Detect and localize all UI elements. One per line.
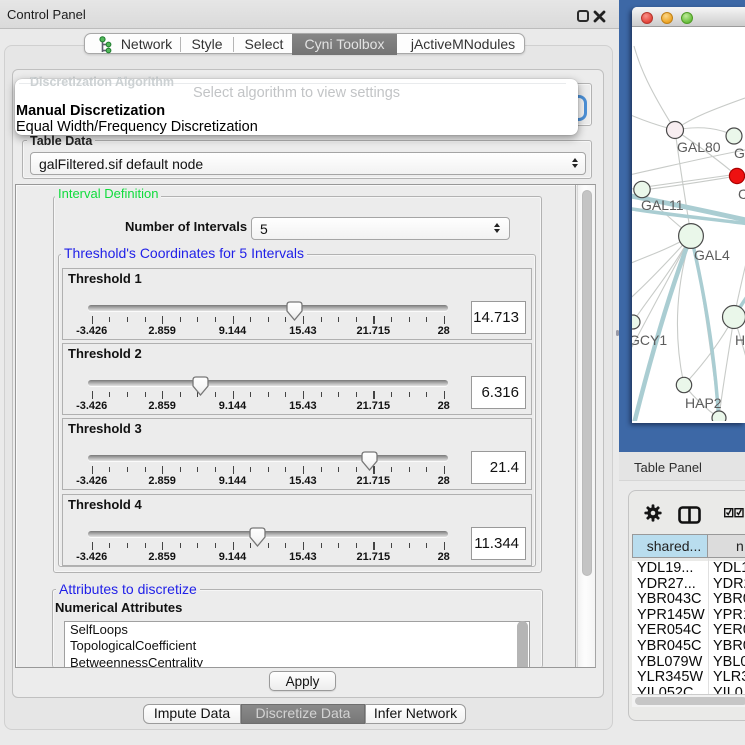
svg-text:GAL4: GAL4: [694, 247, 730, 263]
svg-text:GA: GA: [734, 145, 745, 161]
svg-text:GAL80: GAL80: [677, 139, 721, 155]
svg-text:GAL11: GAL11: [641, 197, 684, 213]
svg-text:HAP2: HAP2: [685, 395, 722, 411]
svg-text:C: C: [738, 186, 745, 202]
svg-text:GCY1: GCY1: [632, 332, 667, 348]
svg-text:H: H: [735, 332, 745, 348]
